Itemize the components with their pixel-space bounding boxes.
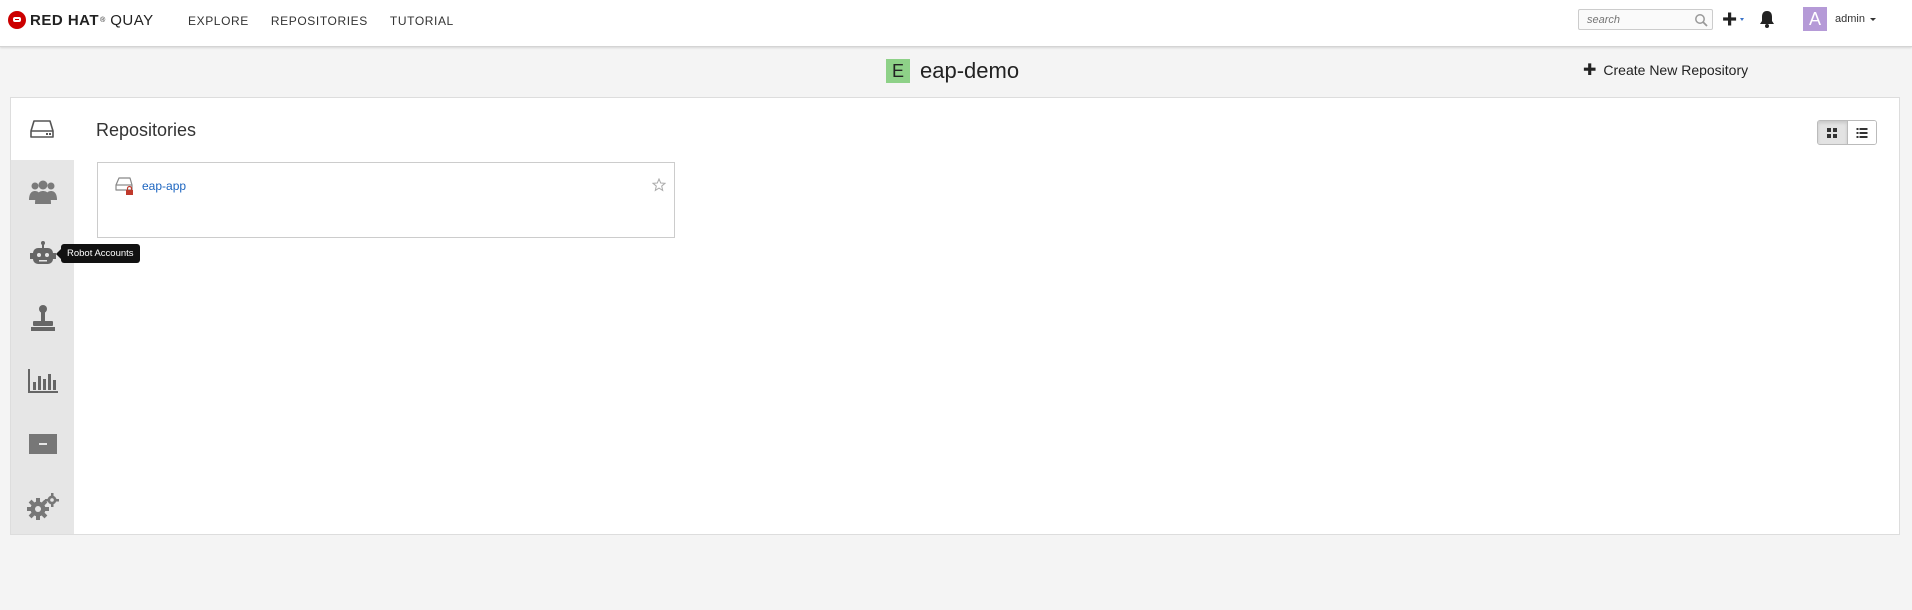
search-input[interactable] — [1579, 10, 1689, 30]
grid-view-icon — [1827, 127, 1838, 138]
search-icon[interactable] — [1694, 13, 1708, 27]
create-new-repository-button[interactable]: ✚ Create New Repository — [1583, 60, 1748, 80]
tab-settings[interactable] — [11, 476, 74, 538]
org-panel: Repositories eap-app — [10, 97, 1900, 535]
user-avatar[interactable]: A — [1803, 7, 1827, 31]
plus-icon: ✚ — [1583, 62, 1597, 79]
chevron-down-icon — [1869, 17, 1876, 21]
tab-usage-logs[interactable] — [11, 350, 74, 412]
nav-repositories[interactable]: REPOSITORIES — [271, 14, 368, 28]
tab-applications[interactable] — [11, 413, 74, 475]
list-view-button[interactable] — [1846, 121, 1876, 144]
tooltip-robot-accounts: Robot Accounts — [56, 244, 140, 263]
main-nav: EXPLORE REPOSITORIES TUTORIAL — [188, 14, 476, 28]
org-name: eap-demo — [920, 58, 1020, 83]
top-navbar: RED HAT ® QUAY EXPLORE REPOSITORIES TUTO… — [0, 0, 1912, 47]
brand-red-hat: RED HAT — [30, 11, 100, 29]
user-menu[interactable]: admin — [1835, 13, 1876, 25]
nav-explore[interactable]: EXPLORE — [188, 14, 249, 28]
star-icon[interactable] — [652, 178, 666, 192]
user-name: admin — [1835, 13, 1865, 25]
search-box[interactable] — [1578, 9, 1713, 30]
page-title: E eap-demo — [886, 58, 1019, 84]
brand-logo[interactable]: RED HAT ® QUAY — [8, 10, 154, 30]
teams-icon — [28, 180, 57, 204]
org-avatar: E — [886, 59, 910, 83]
repository-link[interactable]: eap-app — [142, 179, 186, 193]
tab-default-permissions[interactable] — [11, 287, 74, 349]
brand-product: QUAY — [110, 11, 154, 29]
repository-card: eap-app — [97, 162, 675, 238]
nav-tutorial[interactable]: TUTORIAL — [390, 14, 454, 28]
robot-icon — [29, 241, 56, 264]
org-sidebar — [11, 98, 74, 534]
private-repository-icon — [115, 177, 133, 195]
view-mode-toggle — [1817, 120, 1877, 145]
list-view-icon — [1856, 127, 1868, 138]
usage-logs-icon — [27, 369, 58, 393]
repository-icon — [30, 120, 54, 138]
default-permissions-icon — [30, 305, 55, 331]
create-new-repository-label: Create New Repository — [1603, 62, 1749, 78]
settings-gears-icon — [26, 493, 59, 520]
tab-repositories[interactable] — [11, 98, 74, 160]
applications-icon — [28, 434, 57, 454]
grid-view-button[interactable] — [1818, 121, 1847, 144]
brand-trademark: ® — [100, 16, 106, 24]
tab-teams[interactable] — [11, 161, 74, 223]
notifications-bell-icon[interactable] — [1758, 8, 1776, 30]
section-title: Repositories — [96, 120, 197, 140]
red-hat-logo-icon — [8, 11, 26, 29]
create-new-dropdown-icon[interactable] — [1722, 8, 1750, 30]
